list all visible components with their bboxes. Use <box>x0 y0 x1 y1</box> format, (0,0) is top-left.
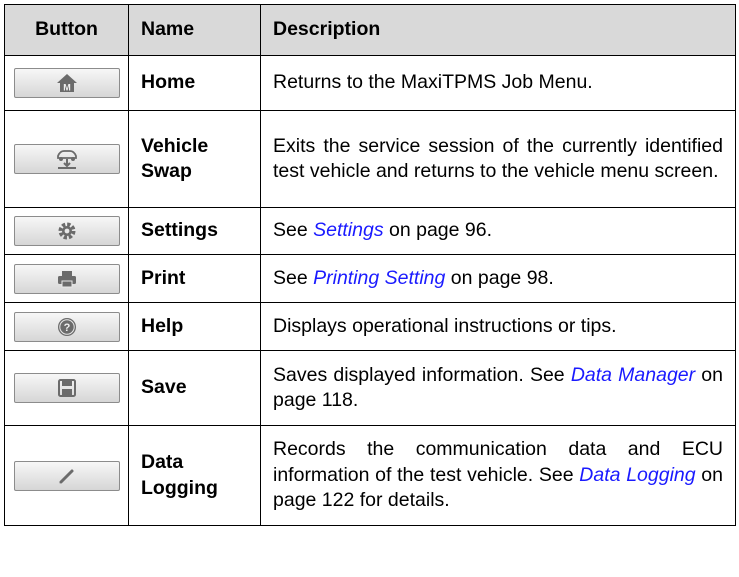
printing-setting-link[interactable]: Printing Setting <box>313 267 445 289</box>
home-button[interactable]: M <box>13 68 120 98</box>
button-cell <box>4 350 129 426</box>
desc-vehicle-swap: Exits the service session of the current… <box>260 110 736 208</box>
desc-home: Returns to the MaxiTPMS Job Menu. <box>260 55 736 111</box>
table-row: ? Help Displays operational instructions… <box>4 302 736 351</box>
save-icon <box>57 379 76 397</box>
desc-data-logging: Records the communication data and ECU i… <box>260 425 736 526</box>
name-help: Help <box>128 302 261 351</box>
desc-print: See Printing Setting on page 98. <box>260 254 736 303</box>
settings-link[interactable]: Settings <box>313 219 383 241</box>
home-icon: M <box>56 74 77 93</box>
button-cell <box>4 425 129 526</box>
pencil-icon <box>59 469 73 483</box>
button-cell <box>4 207 129 255</box>
button-cell <box>4 254 129 303</box>
table-row: Data Logging Records the communication d… <box>4 425 736 526</box>
svg-text:M: M <box>63 83 71 93</box>
desc-save: Saves displayed information. See Data Ma… <box>260 350 736 426</box>
button-cell: M <box>4 55 129 111</box>
desc-help: Displays operational instructions or tip… <box>260 302 736 351</box>
name-save: Save <box>128 350 261 426</box>
table-row: Settings See Settings on page 96. <box>4 207 736 255</box>
table-row: Save Saves displayed information. See Da… <box>4 350 736 426</box>
table-row: M Home Returns to the MaxiTPMS Job Menu. <box>4 55 736 111</box>
name-vehicle-swap: Vehicle Swap <box>128 110 261 208</box>
header-description: Description <box>260 4 736 56</box>
name-print: Print <box>128 254 261 303</box>
button-cell <box>4 110 129 208</box>
button-cell: ? <box>4 302 129 351</box>
table-row: Vehicle Swap Exits the service session o… <box>4 110 736 208</box>
svg-text:?: ? <box>63 322 70 334</box>
button-description-table: Button Name Description M Home Returns t… <box>4 4 736 526</box>
table-row: Print See Printing Setting on page 98. <box>4 254 736 303</box>
data-logging-button[interactable] <box>13 460 120 491</box>
settings-button[interactable] <box>13 216 120 246</box>
save-button[interactable] <box>13 373 120 403</box>
printer-icon <box>57 270 76 287</box>
table-header-row: Button Name Description <box>4 4 736 56</box>
help-button[interactable]: ? <box>13 311 120 342</box>
vehicle-swap-icon <box>56 150 77 169</box>
name-settings: Settings <box>128 207 261 255</box>
help-icon: ? <box>57 317 76 336</box>
header-button: Button <box>4 4 129 56</box>
name-home: Home <box>128 55 261 111</box>
vehicle-swap-button[interactable] <box>13 144 120 174</box>
data-manager-link[interactable]: Data Manager <box>571 364 695 386</box>
desc-settings: See Settings on page 96. <box>260 207 736 255</box>
header-name: Name <box>128 4 261 56</box>
gear-icon <box>58 222 75 240</box>
data-logging-link[interactable]: Data Logging <box>579 464 695 486</box>
print-button[interactable] <box>13 263 120 294</box>
name-data-logging: Data Logging <box>128 425 261 526</box>
